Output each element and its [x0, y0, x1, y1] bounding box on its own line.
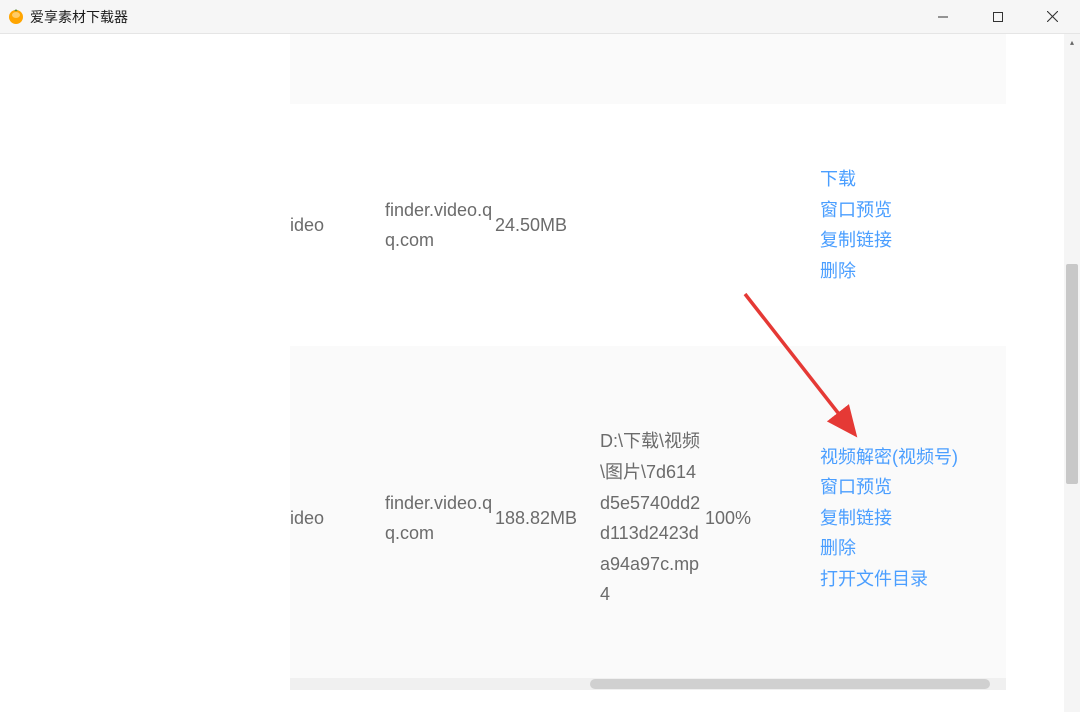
cell-progress: 100% [705, 503, 820, 534]
maximize-button[interactable] [970, 0, 1025, 34]
table-row: ideo finder.video.qq.com 188.82MB D:\下载\… [290, 346, 1006, 690]
delete-link[interactable]: 删除 [820, 533, 1000, 564]
cell-name: ideo [290, 503, 385, 534]
scroll-up-icon[interactable]: ▴ [1064, 34, 1080, 50]
cell-size: 188.82MB [495, 503, 600, 534]
close-button[interactable] [1025, 0, 1080, 34]
main-panel: ideo finder.video.qq.com 24.50MB 下载 窗口预览… [0, 34, 1064, 712]
preview-link[interactable]: 窗口预览 [820, 472, 1000, 503]
vertical-scrollbar[interactable]: ▴ [1064, 34, 1080, 712]
minimize-button[interactable] [915, 0, 970, 34]
cell-domain: finder.video.qq.com [385, 195, 495, 256]
cell-path: D:\下载\视频\图片\7d614d5e5740dd2d113d2423da94… [600, 426, 705, 610]
copylink-link[interactable]: 复制链接 [820, 225, 1000, 256]
vertical-scroll-thumb[interactable] [1066, 264, 1078, 484]
cell-domain: finder.video.qq.com [385, 488, 495, 549]
preview-link[interactable]: 窗口预览 [820, 195, 1000, 226]
table-row: ideo finder.video.qq.com 24.50MB 下载 窗口预览… [0, 104, 1064, 346]
titlebar: 爱享素材下载器 [0, 0, 1080, 34]
app-icon [8, 9, 24, 25]
download-link[interactable]: 下载 [820, 164, 1000, 195]
app-title: 爱享素材下载器 [30, 7, 128, 27]
openfolder-link[interactable]: 打开文件目录 [820, 564, 1000, 595]
cell-size: 24.50MB [495, 210, 600, 241]
horizontal-scroll-thumb[interactable] [590, 679, 990, 689]
content-area: ideo finder.video.qq.com 24.50MB 下载 窗口预览… [0, 34, 1080, 712]
decrypt-link[interactable]: 视频解密(视频号) [820, 442, 1000, 473]
delete-link[interactable]: 删除 [820, 256, 1000, 287]
window-controls [915, 0, 1080, 33]
horizontal-scrollbar[interactable] [290, 678, 1006, 690]
partial-row-top [290, 34, 1006, 104]
cell-actions: 视频解密(视频号) 窗口预览 复制链接 删除 打开文件目录 [820, 442, 1000, 595]
cell-name: ideo [290, 210, 385, 241]
copylink-link[interactable]: 复制链接 [820, 503, 1000, 534]
cell-actions: 下载 窗口预览 复制链接 删除 [820, 164, 1000, 286]
